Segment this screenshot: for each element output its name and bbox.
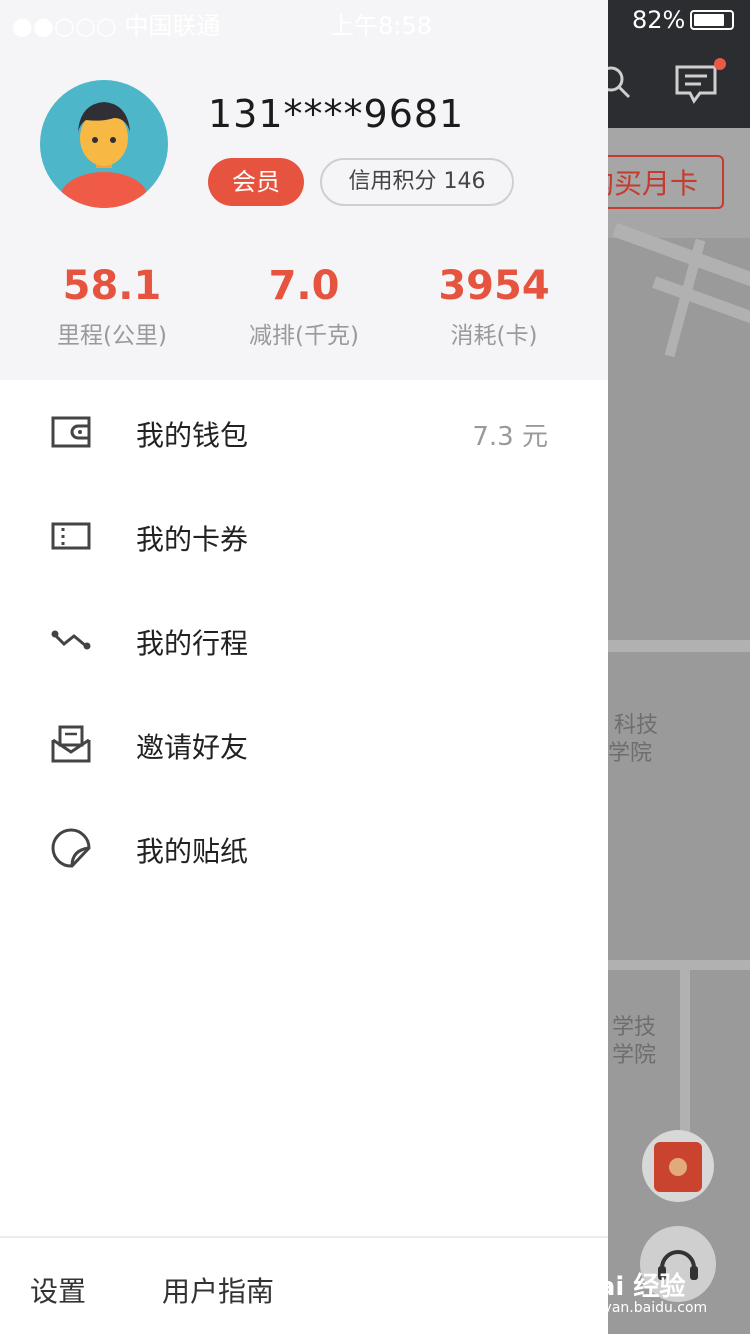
stat-value: 7.0 xyxy=(268,263,340,309)
map-road xyxy=(608,960,750,970)
map-label: 科技 xyxy=(614,713,659,738)
stat-label: 里程(公里) xyxy=(57,323,167,349)
menu-label: 我的行程 xyxy=(136,627,249,660)
menu-item-wallet[interactable]: 我的钱包 7.3 元 xyxy=(0,380,608,484)
map-label: 学院 xyxy=(608,741,653,766)
map-label: 学院 xyxy=(612,1043,657,1068)
map-road xyxy=(608,640,750,652)
map-label: 学技 xyxy=(612,1015,657,1040)
menu-item-trips[interactable]: 我的行程 xyxy=(0,588,608,692)
stat-value: 58.1 xyxy=(62,263,162,309)
stat-label: 减排(千克) xyxy=(249,323,359,349)
carrier-signal: ●●○○○ 中国联通 xyxy=(12,12,221,40)
battery-icon xyxy=(690,10,734,30)
menu-label: 我的贴纸 xyxy=(136,835,249,868)
settings-link[interactable]: 设置 xyxy=(30,1270,86,1310)
drawer-footer: 设置 用户指南 xyxy=(0,1236,608,1336)
menu-item-stickers[interactable]: 我的贴纸 xyxy=(0,796,608,900)
credit-score-badge[interactable]: 信用积分 146 xyxy=(320,158,514,206)
wallet-icon xyxy=(51,416,91,448)
stat-label: 消耗(卡) xyxy=(450,323,538,349)
menu-label: 我的钱包 xyxy=(136,419,249,452)
side-drawer: 131****9681 会员 信用积分 146 58.1 里程(公里) 7.0 … xyxy=(0,0,608,1334)
menu-label: 我的卡券 xyxy=(136,523,249,556)
sticker-icon xyxy=(51,828,91,868)
user-phone: 131****9681 xyxy=(208,92,465,136)
invite-envelope-icon xyxy=(51,725,91,763)
status-bar: ●●○○○ 中国联通 上午8:58 82% xyxy=(0,0,750,40)
clock: 上午8:58 xyxy=(330,12,432,40)
stat-emission: 7.0 减排(千克) xyxy=(204,262,404,350)
avatar[interactable] xyxy=(40,80,168,208)
avatar-person-icon xyxy=(60,102,148,208)
red-packet-seal xyxy=(669,1158,687,1176)
menu-item-invite[interactable]: 邀请好友 xyxy=(0,692,608,796)
profile-header: 131****9681 会员 信用积分 146 58.1 里程(公里) 7.0 … xyxy=(0,0,608,380)
user-guide-link[interactable]: 用户指南 xyxy=(162,1270,274,1310)
drawer-menu: 我的钱包 7.3 元 我的卡券 我的行程 邀请好友 我的贴纸 xyxy=(0,380,608,900)
menu-label: 邀请好友 xyxy=(136,731,249,764)
route-icon xyxy=(51,630,91,650)
map-road xyxy=(652,276,750,336)
baidu-watermark-url: jingyan.baidu.com xyxy=(578,1300,708,1316)
message-icon[interactable] xyxy=(674,64,718,104)
baidu-watermark: Bai 经验 xyxy=(578,1272,686,1302)
notification-dot xyxy=(714,58,726,70)
stat-mileage: 58.1 里程(公里) xyxy=(12,262,212,350)
member-badge[interactable]: 会员 xyxy=(208,158,304,206)
menu-item-coupons[interactable]: 我的卡券 xyxy=(0,484,608,588)
wallet-balance: 7.3 元 xyxy=(472,422,548,452)
stat-calories: 3954 消耗(卡) xyxy=(394,262,594,350)
ticket-icon xyxy=(51,522,91,550)
stat-value: 3954 xyxy=(438,263,550,309)
battery-percent: 82% xyxy=(632,6,686,34)
